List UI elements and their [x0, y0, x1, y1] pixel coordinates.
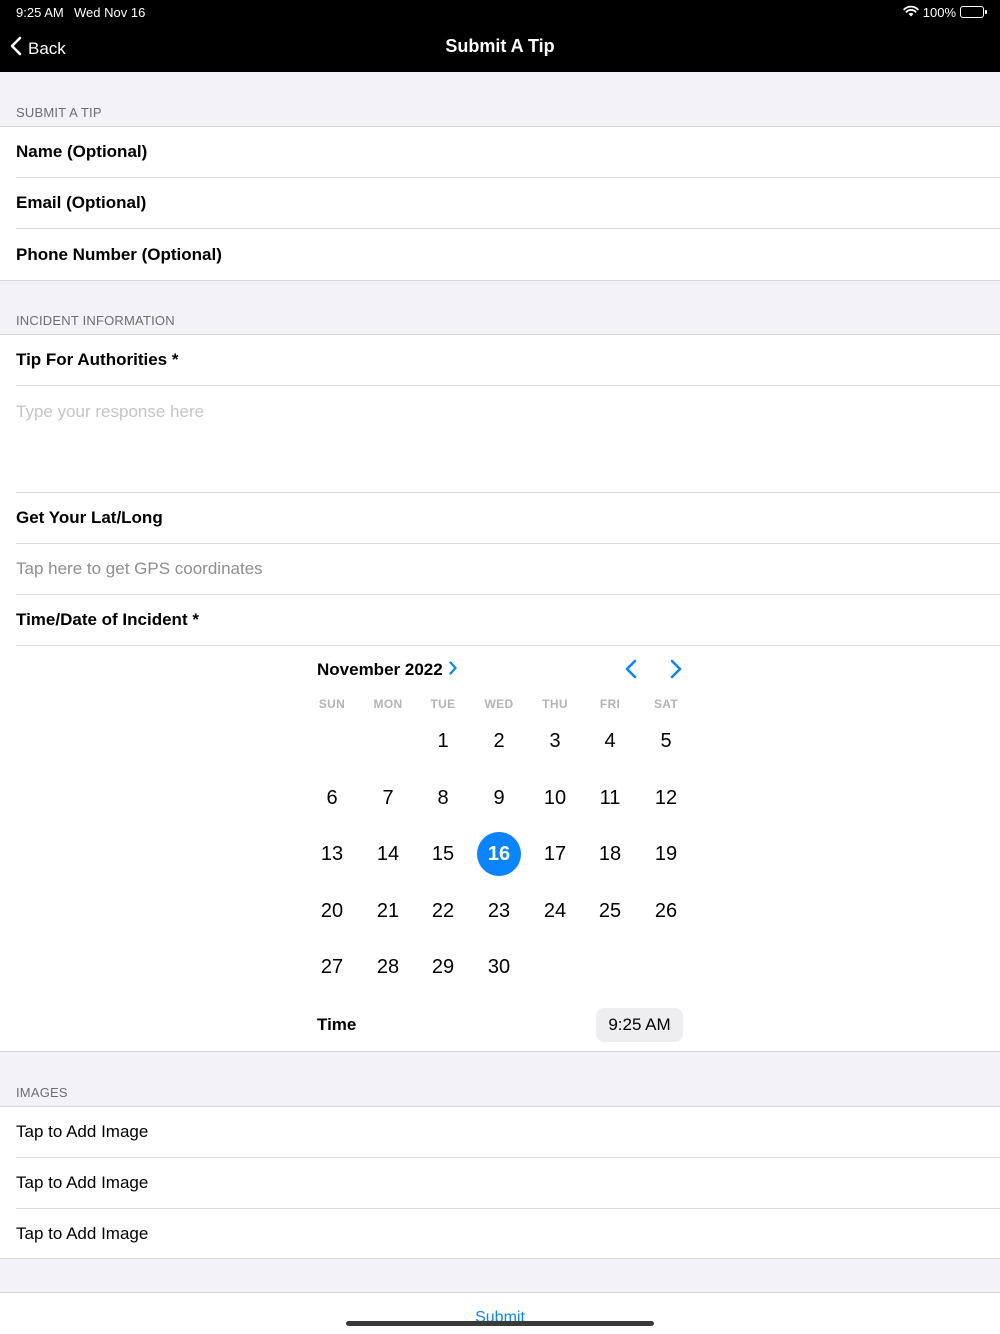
calendar-day[interactable]: 1 [421, 719, 465, 763]
contact-fields-group: Name (Optional) Email (Optional) Phone N… [0, 126, 1000, 281]
calendar-day[interactable]: 23 [477, 889, 521, 933]
calendar-day[interactable]: 27 [310, 945, 354, 989]
weekday-tue: TUE [430, 697, 456, 711]
calendar-day[interactable]: 12 [644, 776, 688, 820]
calendar-day[interactable]: 30 [477, 945, 521, 989]
weekday-sun: SUN [318, 697, 346, 711]
calendar-day[interactable]: 20 [310, 889, 354, 933]
images-group: Tap to Add Image Tap to Add Image Tap to… [0, 1106, 1000, 1259]
weekday-wed: WED [484, 697, 514, 711]
calendar-day[interactable]: 28 [366, 945, 410, 989]
battery-percent: 100% [922, 4, 956, 20]
calendar-day[interactable]: 7 [366, 776, 410, 820]
add-image-button-3[interactable]: Tap to Add Image [16, 1209, 1000, 1259]
section-label-images: IMAGES [16, 1085, 68, 1100]
chevron-right-icon [670, 659, 682, 684]
calendar-day[interactable]: 9 [477, 776, 521, 820]
calendar-day[interactable]: 21 [366, 889, 410, 933]
page-title: Submit A Tip [445, 36, 555, 56]
chevron-right-small-icon [449, 660, 457, 680]
chevron-left-icon [625, 659, 637, 684]
calendar-day[interactable]: 26 [644, 889, 688, 933]
calendar-day[interactable]: 6 [310, 776, 354, 820]
month-title: November 2022 [317, 660, 443, 679]
calendar-day[interactable]: 11 [588, 776, 632, 820]
calendar-day[interactable]: 4 [588, 719, 632, 763]
calendar-day[interactable]: 10 [533, 776, 577, 820]
status-date: Wed Nov 16 [74, 5, 146, 20]
weekday-sat: SAT [653, 697, 678, 711]
calendar-day[interactable]: 25 [588, 889, 632, 933]
phone-field[interactable]: Phone Number (Optional) [16, 229, 1000, 280]
calendar-day[interactable]: 8 [421, 776, 465, 820]
status-indicators: 100% [903, 4, 987, 20]
calendar-day[interactable]: 19 [644, 832, 688, 876]
next-month-button[interactable] [666, 659, 686, 684]
home-indicator [346, 1321, 654, 1326]
battery-icon [960, 6, 987, 18]
tip-response-textarea[interactable]: Type your response here [16, 386, 1000, 493]
calendar-day[interactable]: 3 [533, 719, 577, 763]
calendar-day-selected[interactable]: 16 [477, 832, 521, 876]
section-label-incident: INCIDENT INFORMATION [16, 313, 175, 328]
weekday-fri: FRI [599, 697, 621, 711]
datetime-label: Time/Date of Incident * [16, 595, 1000, 646]
previous-month-button[interactable] [621, 659, 641, 684]
navigation-header: 9:25 AM Wed Nov 16 100% Back Submit A Ti… [0, 0, 1000, 72]
calendar-day[interactable]: 22 [421, 889, 465, 933]
calendar-day[interactable]: 18 [588, 832, 632, 876]
calendar-day[interactable]: 29 [421, 945, 465, 989]
calendar-day[interactable]: 2 [477, 719, 521, 763]
calendar-day[interactable]: 24 [533, 889, 577, 933]
wifi-icon [903, 5, 919, 20]
section-label-submit-tip: SUBMIT A TIP [16, 105, 102, 120]
tip-label: Tip For Authorities * [16, 335, 1000, 386]
latlong-label: Get Your Lat/Long [16, 493, 1000, 544]
gps-coordinates-button[interactable]: Tap here to get GPS coordinates [16, 544, 1000, 595]
status-time: 9:25 AM [16, 5, 64, 20]
time-label: Time [317, 1015, 357, 1034]
add-image-button-1[interactable]: Tap to Add Image [16, 1107, 1000, 1158]
name-field[interactable]: Name (Optional) [16, 127, 1000, 178]
add-image-button-2[interactable]: Tap to Add Image [16, 1158, 1000, 1209]
calendar-day[interactable]: 15 [421, 832, 465, 876]
calendar-day[interactable]: 17 [533, 832, 577, 876]
calendar-day[interactable]: 13 [310, 832, 354, 876]
time-picker-button[interactable]: 9:25 AM [596, 1008, 683, 1042]
calendar-day[interactable]: 14 [366, 832, 410, 876]
month-selector[interactable]: November 2022 [317, 660, 457, 680]
weekday-mon: MON [373, 697, 403, 711]
calendar-day[interactable]: 5 [644, 719, 688, 763]
email-field[interactable]: Email (Optional) [16, 178, 1000, 229]
weekday-thu: THU [542, 697, 568, 711]
